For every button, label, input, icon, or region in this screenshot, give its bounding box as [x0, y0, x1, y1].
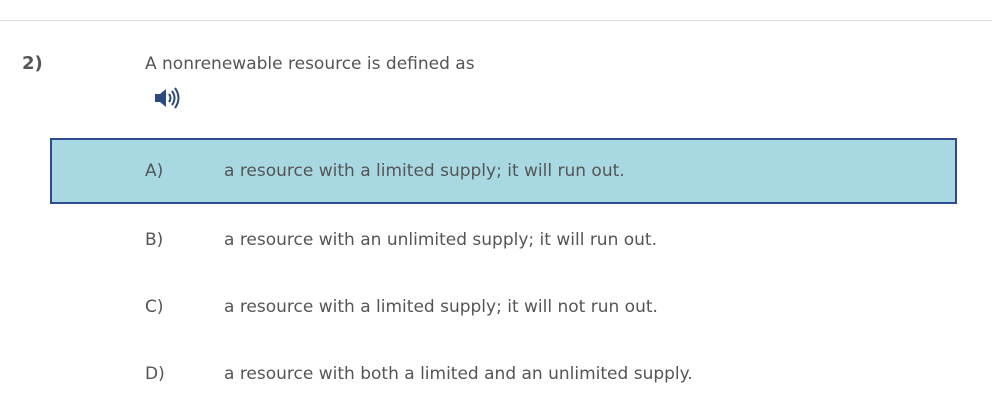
question-text: A nonrenewable resource is defined as [145, 54, 475, 74]
answer-option-c[interactable]: C) a resource with a limited supply; it … [50, 274, 957, 340]
speaker-icon[interactable] [153, 85, 183, 111]
top-divider [0, 20, 992, 21]
option-text: a resource with both a limited and an un… [224, 364, 693, 384]
option-text: a resource with an unlimited supply; it … [224, 230, 658, 250]
option-letter: B) [145, 230, 164, 250]
answer-option-a[interactable]: A) a resource with a limited supply; it … [50, 138, 957, 204]
question-number: 2) [22, 53, 43, 74]
option-text: a resource with a limited supply; it wil… [224, 161, 625, 181]
option-letter: C) [145, 297, 164, 317]
answer-option-d[interactable]: D) a resource with both a limited and an… [50, 341, 957, 407]
option-text: a resource with a limited supply; it wil… [224, 297, 658, 317]
answer-option-b[interactable]: B) a resource with an unlimited supply; … [50, 207, 957, 273]
option-letter: A) [145, 161, 164, 181]
option-letter: D) [145, 364, 165, 384]
